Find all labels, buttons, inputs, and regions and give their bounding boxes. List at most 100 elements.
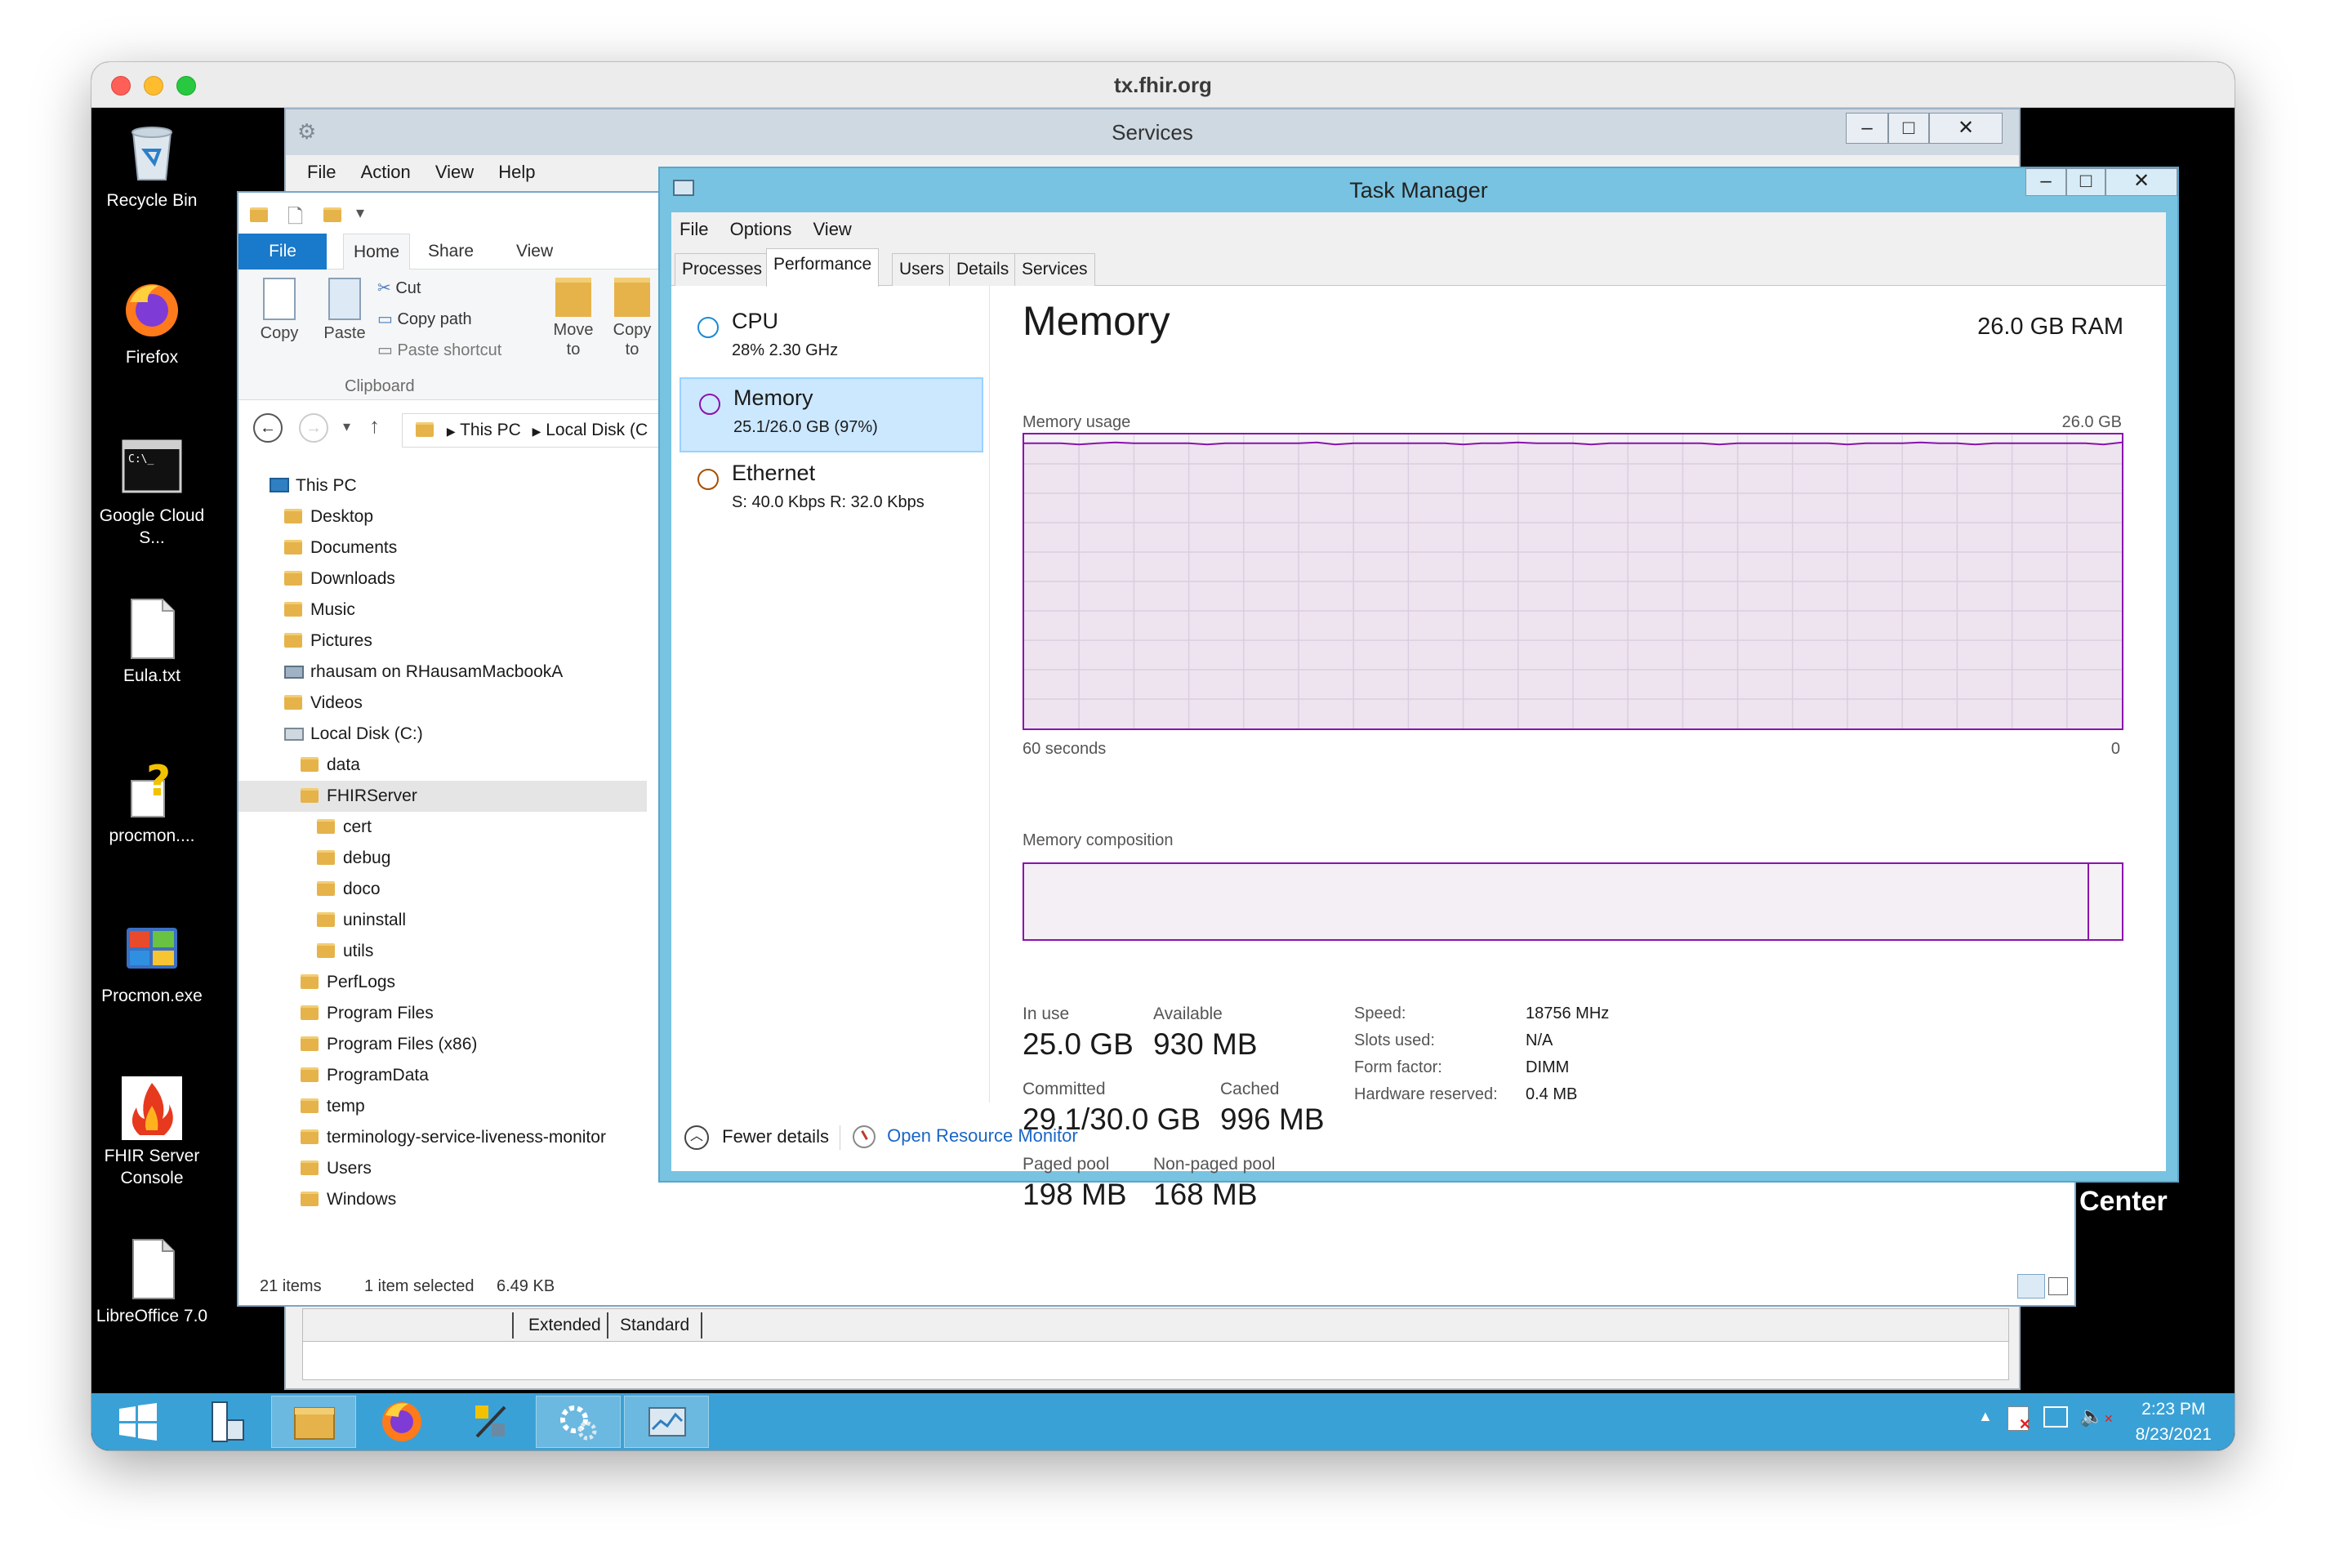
- cached-label: Cached: [1220, 1080, 1280, 1098]
- breadcrumb-this-pc[interactable]: This PC: [460, 421, 521, 439]
- tree-item-programdata[interactable]: ProgramData: [238, 1060, 647, 1091]
- tree-item-doco[interactable]: doco: [238, 874, 647, 905]
- back-button[interactable]: ←: [253, 413, 283, 443]
- services-menu-action[interactable]: Action: [351, 155, 421, 189]
- cut-button[interactable]: ✂ Cut: [377, 278, 421, 298]
- taskbar-task-manager[interactable]: [624, 1396, 709, 1448]
- new-folder-icon[interactable]: [323, 207, 341, 222]
- services-minimize-button[interactable]: –: [1846, 113, 1888, 144]
- tree-item-terminology-service-liveness-monitor[interactable]: terminology-service-liveness-monitor: [238, 1122, 647, 1153]
- breadcrumb-local-disk[interactable]: Local Disk (C: [546, 421, 648, 439]
- tab-details[interactable]: Details: [949, 253, 1017, 286]
- mac-titlebar[interactable]: tx.fhir.org: [91, 62, 2235, 108]
- services-maximize-button[interactable]: □: [1888, 113, 1929, 144]
- taskbar-server-manager[interactable]: [183, 1396, 268, 1448]
- tree-item-perflogs[interactable]: PerfLogs: [238, 967, 647, 998]
- resource-ethernet[interactable]: Ethernet S: 40.0 Kbps R: 32.0 Kbps: [680, 454, 983, 529]
- show-hidden-icons-button[interactable]: ▲: [1978, 1408, 1993, 1425]
- desktop-icon-libreoffice[interactable]: LibreOffice 7.0: [91, 1236, 212, 1327]
- tm-menu-view[interactable]: View: [805, 212, 860, 247]
- tab-processes[interactable]: Processes: [675, 253, 770, 286]
- task-manager-titlebar[interactable]: Task Manager – □ ✕: [660, 168, 2177, 212]
- tab-users[interactable]: Users: [892, 253, 951, 286]
- open-resource-monitor-link[interactable]: Open Resource Monitor: [853, 1125, 1078, 1149]
- tree-item-documents[interactable]: Documents: [238, 532, 647, 564]
- volume-muted-icon[interactable]: 🔈✕: [2079, 1405, 2114, 1428]
- desktop-icon-firefox[interactable]: Firefox: [91, 278, 212, 368]
- services-menu-view[interactable]: View: [426, 155, 483, 189]
- details-view-icon[interactable]: [2017, 1274, 2045, 1298]
- tree-item-windows[interactable]: Windows: [238, 1184, 647, 1215]
- forward-button[interactable]: →: [299, 413, 328, 443]
- fewer-details-button[interactable]: ︿ Fewer details: [684, 1125, 829, 1150]
- network-icon[interactable]: [2043, 1406, 2068, 1428]
- paste-shortcut-button[interactable]: ▭ Paste shortcut: [377, 340, 501, 360]
- tree-item-this-pc[interactable]: This PC: [238, 470, 647, 501]
- properties-icon[interactable]: 🗋: [287, 203, 303, 236]
- tree-item-uninstall[interactable]: uninstall: [238, 905, 647, 936]
- up-button[interactable]: ↑: [369, 413, 380, 439]
- recent-dropdown-icon[interactable]: ▾: [343, 418, 350, 435]
- copy-path-button[interactable]: ▭ Copy path: [377, 309, 472, 329]
- large-icons-view-icon[interactable]: [2048, 1277, 2068, 1295]
- taskbar-services[interactable]: [536, 1396, 621, 1448]
- desktop-icon-fhir-server[interactable]: FHIR Server Console: [91, 1076, 212, 1189]
- tab-performance[interactable]: Performance: [766, 248, 880, 287]
- taskbar-tools[interactable]: [448, 1396, 532, 1448]
- services-menu-file[interactable]: File: [297, 155, 345, 189]
- tree-item-utils[interactable]: utils: [238, 936, 647, 967]
- tree-item-desktop[interactable]: Desktop: [238, 501, 647, 532]
- tm-menu-options[interactable]: Options: [722, 212, 800, 247]
- resource-cpu[interactable]: CPU 28% 2.30 GHz: [680, 302, 983, 377]
- folder-icon: [317, 912, 335, 927]
- tree-item-debug[interactable]: debug: [238, 843, 647, 874]
- action-center-icon[interactable]: ✕: [2007, 1406, 2031, 1432]
- tab-file[interactable]: File: [238, 234, 327, 270]
- tree-item-temp[interactable]: temp: [238, 1091, 647, 1122]
- tree-item-data[interactable]: data: [238, 750, 647, 781]
- chevron-down-icon[interactable]: ▾: [356, 203, 364, 223]
- tab-home[interactable]: Home: [343, 234, 411, 270]
- copy-to-button[interactable]: Copy to: [608, 278, 657, 359]
- move-to-button[interactable]: Move to: [549, 278, 598, 359]
- desktop-icon-google-cloud[interactable]: C:\_ Google Cloud S...: [91, 436, 212, 549]
- tree-item-cert[interactable]: cert: [238, 812, 647, 843]
- task-manager-minimize-button[interactable]: –: [2025, 168, 2066, 196]
- taskbar-clock[interactable]: 2:23 PM 8/23/2021: [2136, 1396, 2212, 1447]
- tree-item-local-disk-c[interactable]: Local Disk (C:): [238, 719, 647, 750]
- services-titlebar[interactable]: ⚙ Services – □ ✕: [286, 109, 2019, 155]
- clipboard-group-label: Clipboard: [345, 377, 415, 395]
- tree-item-downloads[interactable]: Downloads: [238, 564, 647, 595]
- taskbar-firefox[interactable]: [359, 1396, 444, 1448]
- services-close-button[interactable]: ✕: [1929, 113, 2003, 144]
- paste-button[interactable]: Paste: [315, 278, 374, 343]
- desktop-icon-procmon-help[interactable]: ? procmon....: [91, 756, 212, 847]
- tab-view[interactable]: View: [516, 242, 553, 261]
- taskbar-file-explorer[interactable]: [271, 1396, 356, 1448]
- task-manager-close-button[interactable]: ✕: [2105, 168, 2177, 196]
- services-tab-standard[interactable]: Standard: [607, 1312, 703, 1339]
- copy-button[interactable]: Copy: [250, 278, 309, 343]
- tree-item-program-files[interactable]: Program Files: [238, 998, 647, 1029]
- tree-item-pictures[interactable]: Pictures: [238, 626, 647, 657]
- desktop-icon-procmon-exe[interactable]: Procmon.exe: [91, 916, 212, 1007]
- tm-menu-file[interactable]: File: [671, 212, 716, 247]
- services-menu-help[interactable]: Help: [488, 155, 545, 189]
- desktop-icon-eula[interactable]: Eula.txt: [91, 596, 212, 687]
- task-manager-maximize-button[interactable]: □: [2066, 168, 2105, 196]
- tree-item-fhirserver[interactable]: FHIRServer: [238, 781, 647, 812]
- tree-item-label: PerfLogs: [327, 973, 396, 991]
- start-button[interactable]: [95, 1396, 180, 1448]
- tree-item-music[interactable]: Music: [238, 595, 647, 626]
- tree-item-videos[interactable]: Videos: [238, 688, 647, 719]
- tree-item-label: utils: [343, 942, 374, 960]
- tab-share[interactable]: Share: [428, 242, 474, 261]
- desktop-icon-recycle-bin[interactable]: Recycle Bin: [91, 121, 212, 212]
- resource-memory[interactable]: Memory 25.1/26.0 GB (97%): [680, 377, 983, 452]
- tree-item-program-files-x86[interactable]: Program Files (x86): [238, 1029, 647, 1060]
- tab-services[interactable]: Services: [1014, 253, 1095, 286]
- folder-icon: [301, 757, 319, 772]
- services-tab-extended[interactable]: Extended: [512, 1312, 613, 1339]
- tree-item-rhausam-on-rhausammacbooka[interactable]: rhausam on RHausamMacbookA: [238, 657, 647, 688]
- tree-item-users[interactable]: Users: [238, 1153, 647, 1184]
